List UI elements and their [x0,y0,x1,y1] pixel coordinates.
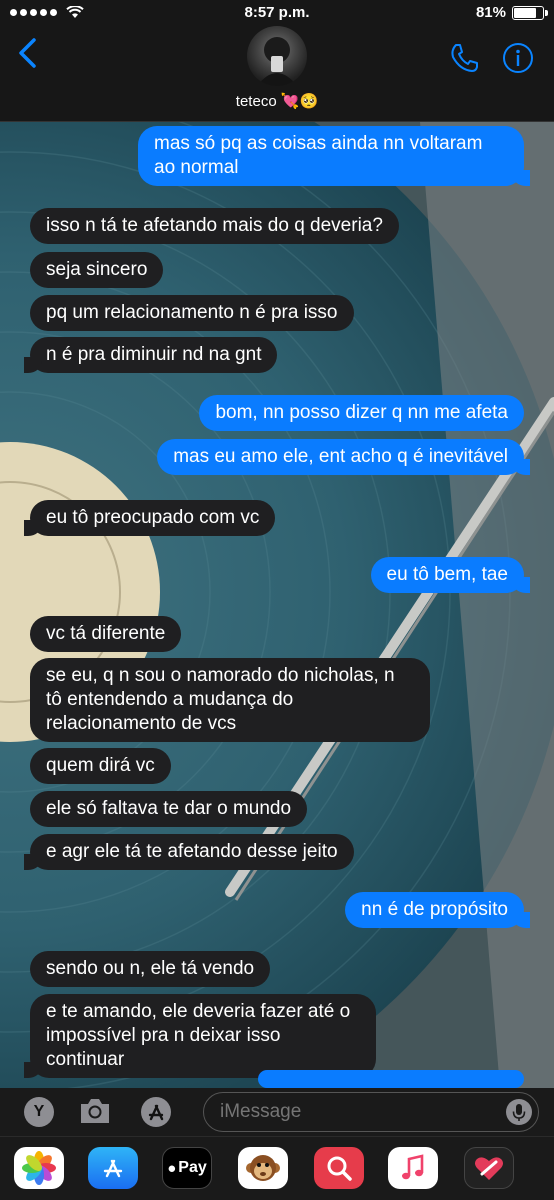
app-digital-touch[interactable] [464,1147,514,1189]
animoji-icon [246,1155,280,1181]
app-store-icon [148,1104,164,1121]
back-button[interactable] [16,38,38,73]
compose-bar: Y [0,1088,554,1136]
info-button[interactable] [502,42,534,79]
app-store-button[interactable] [141,1097,171,1127]
message-bubble-incoming[interactable]: n é pra diminuir nd na gnt [23,337,278,373]
phone-icon [451,44,478,72]
contact-avatar[interactable] [247,26,307,86]
message-bubble-incoming[interactable]: vc tá diferente [30,616,182,652]
app-image-search[interactable] [314,1147,364,1189]
message-bubble-incoming[interactable]: seja sincero [30,252,164,288]
app-store-icon [103,1159,123,1178]
apps-button[interactable]: Y [24,1097,54,1127]
message-bubble-outgoing[interactable]: mas só pq as coisas ainda nn voltaram ao… [138,126,530,186]
phone-button[interactable] [448,42,480,79]
battery-percent: 81% [475,4,506,21]
message-bubble-incoming[interactable]: quem dirá vc [30,748,171,784]
message-bubble-incoming[interactable]: ele só faltava te dar o mundo [30,791,308,827]
app-music[interactable] [388,1147,438,1189]
message-input[interactable] [220,1099,490,1125]
conversation-header: teteco 💘🥺 [0,26,554,122]
music-icon [402,1154,424,1180]
message-bubble-outgoing-partial[interactable] [258,1070,524,1088]
camera-button[interactable] [78,1096,112,1131]
digital-touch-icon [475,1157,503,1180]
chevron-left-icon [19,38,36,68]
photos-icon [22,1151,56,1185]
message-bubble-outgoing[interactable]: bom, nn posso dizer q nn me afeta [199,395,524,431]
dictation-button[interactable] [506,1099,532,1125]
message-bubble-outgoing[interactable]: eu tô bem, tae [370,557,531,593]
app-store[interactable] [88,1147,138,1189]
apple-pay-label: Pay [178,1159,207,1176]
battery-icon [512,6,548,20]
message-bubble-outgoing[interactable]: nn é de propósito [345,892,530,928]
microphone-icon [512,1104,526,1121]
app-apple-pay[interactable]: ● Pay [162,1147,212,1189]
message-bubble-outgoing[interactable]: mas eu amo ele, ent acho q é inevitável [157,439,530,475]
app-drawer: ● Pay [0,1136,554,1200]
app-animoji[interactable] [238,1147,288,1189]
search-images-icon [327,1156,352,1181]
status-time: 8:57 p.m. [244,4,310,21]
message-input-container [203,1092,539,1132]
message-bubble-incoming[interactable]: sendo ou n, ele tá vendo [30,951,271,987]
status-bar: 8:57 p.m. 81% [0,0,554,26]
message-bubble-incoming[interactable]: eu tô preocupado com vc [23,500,276,536]
apple-pay-icon: ● [167,1159,177,1177]
message-bubble-incoming[interactable]: e te amando, ele deveria fazer até o imp… [24,994,376,1078]
message-bubble-incoming[interactable]: e agr ele tá te afetando desse jeito [24,834,354,870]
app-photos[interactable] [14,1147,64,1189]
contact-name[interactable]: teteco 💘🥺 [0,92,554,110]
message-bubble-incoming[interactable]: isso n tá te afetando mais do q deveria? [30,208,399,244]
info-icon [503,43,533,73]
message-bubble-incoming[interactable]: pq um relacionamento n é pra isso [30,295,354,331]
camera-icon [81,1099,109,1123]
message-bubble-incoming[interactable]: se eu, q n sou o namorado do nicholas, n… [30,658,430,742]
